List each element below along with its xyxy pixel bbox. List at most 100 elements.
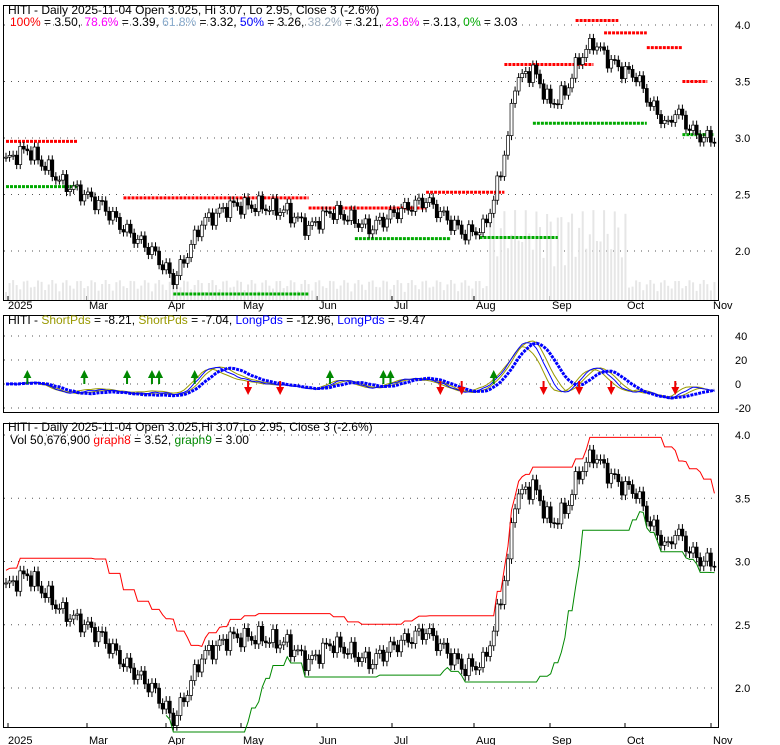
x-tick-label: Jun [319,735,337,745]
candle-body [267,210,272,212]
candle-body [146,247,151,255]
candle-body [192,664,197,681]
candle-body [78,613,83,633]
osc-series-value: -9.47 [398,313,426,327]
candle-body [57,608,62,611]
candle-body [548,88,553,104]
volume-bar [560,217,563,300]
volume-bar [428,287,431,300]
y-tick-label: 2.5 [735,620,750,632]
candle-body [666,119,671,122]
volume-bar [670,288,673,300]
x-tick-label: Nov [713,735,733,745]
volume-bar [610,249,613,300]
candle-body [160,703,165,710]
volume-bar [168,281,171,300]
buy-arrow-icon [379,370,388,384]
candle-body [64,174,69,192]
candle-body [96,200,101,211]
candle-body [687,551,692,554]
candle-body [278,644,282,649]
candle-body [21,570,26,575]
candle-body [182,697,186,703]
candle-body [299,649,304,652]
candle-body [288,634,293,657]
candle-body [7,155,12,158]
candle-body [466,658,471,677]
candle-body [57,179,62,182]
candle-body [612,473,617,475]
volume-bar [15,285,18,300]
y-tick-label: 0 [735,379,741,391]
volume-bar [489,222,492,300]
candle-body [214,645,218,660]
y-tick-label: 40 [735,331,747,343]
volume-bar [706,284,709,300]
candle-body [128,223,133,234]
volume-bar [382,280,385,300]
buy-arrow-icon [147,370,156,384]
candle-body [160,264,165,271]
y-tick-label: 3.5 [735,77,750,89]
candle-body [171,273,176,285]
candle-body [253,208,258,212]
candle-body [285,634,290,643]
buy-arrow-icon [123,370,132,384]
candle-body [135,674,140,680]
candle-body [256,625,261,645]
y-tick-label: 2.0 [735,246,750,258]
volume-bar [250,280,253,300]
volume-bar [446,284,449,300]
candle-body [477,667,482,671]
x-tick-label: Jul [394,735,408,745]
volume-bar [628,287,630,300]
candle-body [555,522,560,525]
candle-body [602,46,606,51]
candle-body [50,159,55,178]
volume-bar [503,211,506,300]
volume-bar [264,280,267,300]
candle-body [253,640,258,645]
fib-label: 38.2% [307,15,342,29]
candle-body [29,575,33,587]
candle-body [509,102,514,136]
candle-body [598,459,603,461]
candle-body [684,535,688,552]
y-tick-label: 3.0 [735,557,750,569]
candle-body [306,658,311,671]
candle-body [449,653,453,666]
volume-bar [197,280,200,300]
volume-bar [385,281,388,300]
volume-bar [496,256,499,300]
volume-bar [101,283,104,300]
candle-body [570,494,574,506]
volume-bar [147,282,150,300]
volume-bar [606,233,609,300]
candle-body [427,197,432,203]
candle-body [367,651,371,670]
candle-body [694,546,699,558]
volume-bar [688,280,691,300]
candle-body [153,246,158,252]
candle-body [691,124,695,131]
candle-body [598,46,603,49]
y-tick-label: 20 [735,355,747,367]
volume-bar [485,286,488,300]
candle-body [502,580,507,605]
candle-body [164,700,169,710]
candle-body [709,130,713,143]
candle-body [71,185,76,190]
volume-bar [563,265,566,300]
candle-body [150,246,154,255]
fib-label: 100% [10,15,41,29]
volume-bar [183,280,185,300]
candle-body [335,205,339,220]
volume-bar [692,282,695,300]
candle-body [545,88,549,100]
candle-body [231,631,236,635]
stock-chart: 4.0 3.5 3.0 2.5 2.0 40 20 0 -20 4.0 3.5 3.0 2.5 2.0 20… [3,5,751,745]
candle-body [605,49,610,69]
candle-body [328,211,332,214]
candle-body [224,207,229,218]
candle-body [281,641,286,646]
